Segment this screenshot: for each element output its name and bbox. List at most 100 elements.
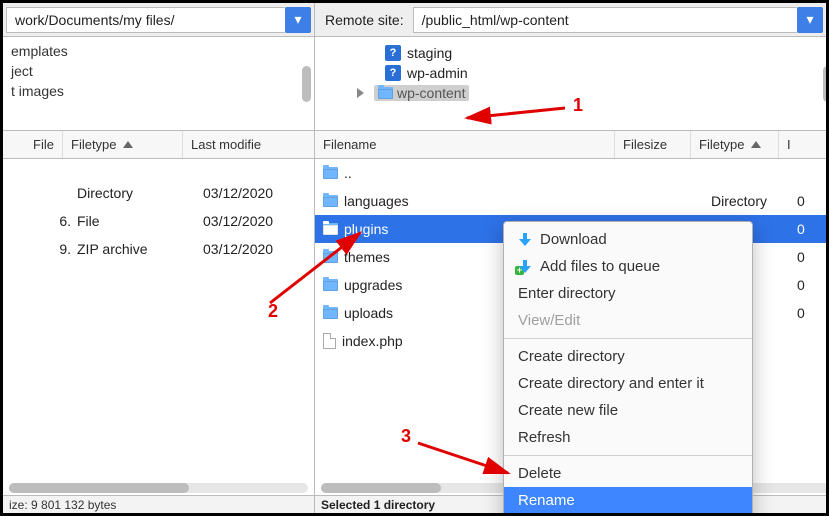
tree-item-label: staging <box>407 45 452 61</box>
folder-icon <box>323 223 338 235</box>
menu-label: Add files to queue <box>540 258 660 275</box>
menu-view-edit: View/Edit <box>504 307 752 334</box>
chevron-down-icon: ▾ <box>806 11 813 28</box>
folder-icon <box>378 87 393 99</box>
local-status: ize: 9 801 132 bytes <box>3 496 315 513</box>
col-filetype[interactable]: Filetype <box>63 131 183 158</box>
local-tree-item[interactable]: t images <box>11 81 306 101</box>
h-scrollbar-thumb[interactable] <box>321 483 441 493</box>
menu-label: Create directory <box>518 348 625 365</box>
menu-enter-directory[interactable]: Enter directory <box>504 280 752 307</box>
folder-icon <box>323 279 338 291</box>
disclosure-icon[interactable] <box>357 88 364 98</box>
tree-item-staging[interactable]: ? staging <box>385 43 827 63</box>
remote-tree[interactable]: ? staging ? wp-admin wp-content <box>315 37 829 131</box>
remote-path-bar: Remote site: /public_html/wp-content ▾ <box>315 3 826 37</box>
cell-modified: 03/12/2020 <box>203 185 314 201</box>
cell-extra: 0 <box>797 249 827 265</box>
tree-item-label: wp-content <box>397 85 465 101</box>
cell-extra: 0 <box>797 277 827 293</box>
table-row[interactable]: languages Directory 0 <box>315 187 829 215</box>
folder-icon <box>323 195 338 207</box>
menu-label: Delete <box>518 465 561 482</box>
menu-download[interactable]: Download <box>504 226 752 253</box>
local-tree[interactable]: emplates ject t images <box>3 37 314 131</box>
menu-create-new-file[interactable]: Create new file <box>504 397 752 424</box>
tree-item-label: wp-admin <box>407 65 468 81</box>
menu-label: Enter directory <box>518 285 616 302</box>
remote-path-input[interactable]: /public_html/wp-content <box>413 7 797 33</box>
cell-filetype: ZIP archive <box>77 241 197 257</box>
question-icon: ? <box>385 65 401 81</box>
menu-create-directory-enter[interactable]: Create directory and enter it <box>504 370 752 397</box>
cell-filetype: Directory <box>77 185 197 201</box>
local-pane: emplates ject t images File Filetype Las… <box>3 37 315 495</box>
cell-file: 9. <box>11 241 71 257</box>
menu-label: Download <box>540 231 607 248</box>
folder-icon <box>323 307 338 319</box>
menu-rename[interactable]: Rename <box>504 487 752 514</box>
chevron-down-icon: ▾ <box>294 11 301 28</box>
download-queue-icon: + <box>518 260 532 274</box>
col-filetype[interactable]: Filetype <box>691 131 779 158</box>
h-scrollbar[interactable] <box>9 483 308 493</box>
menu-create-directory[interactable]: Create directory <box>504 343 752 370</box>
menu-refresh[interactable]: Refresh <box>504 424 752 451</box>
col-filesize[interactable]: Filesize <box>615 131 691 158</box>
cell-type: Directory <box>711 193 791 209</box>
context-menu: Download + Add files to queue Enter dire… <box>503 221 753 516</box>
local-tree-item[interactable]: ject <box>11 61 306 81</box>
scrollbar-thumb[interactable] <box>823 66 829 102</box>
cell-filetype: File <box>77 213 197 229</box>
local-path-input[interactable]: work/Documents/my files/ <box>6 7 285 33</box>
scrollbar-thumb[interactable] <box>302 66 311 102</box>
cell-name: upgrades <box>344 277 402 293</box>
table-row[interactable]: 6. File 03/12/2020 <box>3 207 314 235</box>
cell-modified: 03/12/2020 <box>203 213 314 229</box>
table-row[interactable]: 9. ZIP archive 03/12/2020 <box>3 235 314 263</box>
remote-site-label: Remote site: <box>315 12 410 28</box>
cell-name: themes <box>344 249 390 265</box>
cell-extra: 0 <box>797 305 827 321</box>
menu-label: Create directory and enter it <box>518 375 704 392</box>
col-last-modified[interactable]: Last modifie <box>183 131 314 158</box>
remote-columns: Filename Filesize Filetype I <box>315 131 829 159</box>
menu-label: View/Edit <box>518 312 580 329</box>
top-bar: work/Documents/my files/ ▾ Remote site: … <box>3 3 826 37</box>
question-icon: ? <box>385 45 401 61</box>
menu-separator <box>504 455 752 456</box>
col-filename[interactable]: Filename <box>315 131 615 158</box>
folder-icon <box>323 167 338 179</box>
menu-label: Refresh <box>518 429 571 446</box>
menu-label: Rename <box>518 492 575 509</box>
col-file[interactable]: File <box>3 131 63 158</box>
cell-name: plugins <box>344 221 388 237</box>
local-path-dropdown[interactable]: ▾ <box>285 7 311 33</box>
table-row[interactable]: Directory 03/12/2020 <box>3 179 314 207</box>
download-icon <box>518 233 532 247</box>
cell-modified: 03/12/2020 <box>203 241 314 257</box>
tree-item-wp-content[interactable]: wp-content <box>357 83 827 103</box>
remote-path-dropdown[interactable]: ▾ <box>797 7 823 33</box>
cell-extra: 0 <box>797 193 827 209</box>
folder-icon <box>323 251 338 263</box>
table-row[interactable]: .. <box>315 159 829 187</box>
col-extra[interactable]: I <box>779 131 829 158</box>
local-listing[interactable]: Directory 03/12/2020 6. File 03/12/2020 … <box>3 159 314 495</box>
ftp-window: work/Documents/my files/ ▾ Remote site: … <box>0 0 829 516</box>
menu-delete[interactable]: Delete <box>504 460 752 487</box>
local-path-bar: work/Documents/my files/ ▾ <box>3 3 315 37</box>
cell-file: 6. <box>11 213 71 229</box>
cell-name: uploads <box>344 305 393 321</box>
menu-add-files-to-queue[interactable]: + Add files to queue <box>504 253 752 280</box>
menu-separator <box>504 338 752 339</box>
cell-name: .. <box>344 165 352 181</box>
file-icon <box>323 333 336 349</box>
tree-item-wp-admin[interactable]: ? wp-admin <box>385 63 827 83</box>
local-columns: File Filetype Last modifie <box>3 131 314 159</box>
menu-label: Create new file <box>518 402 618 419</box>
cell-name: languages <box>344 193 409 209</box>
h-scrollbar-thumb[interactable] <box>9 483 189 493</box>
cell-name: index.php <box>342 333 403 349</box>
local-tree-item[interactable]: emplates <box>11 41 306 61</box>
